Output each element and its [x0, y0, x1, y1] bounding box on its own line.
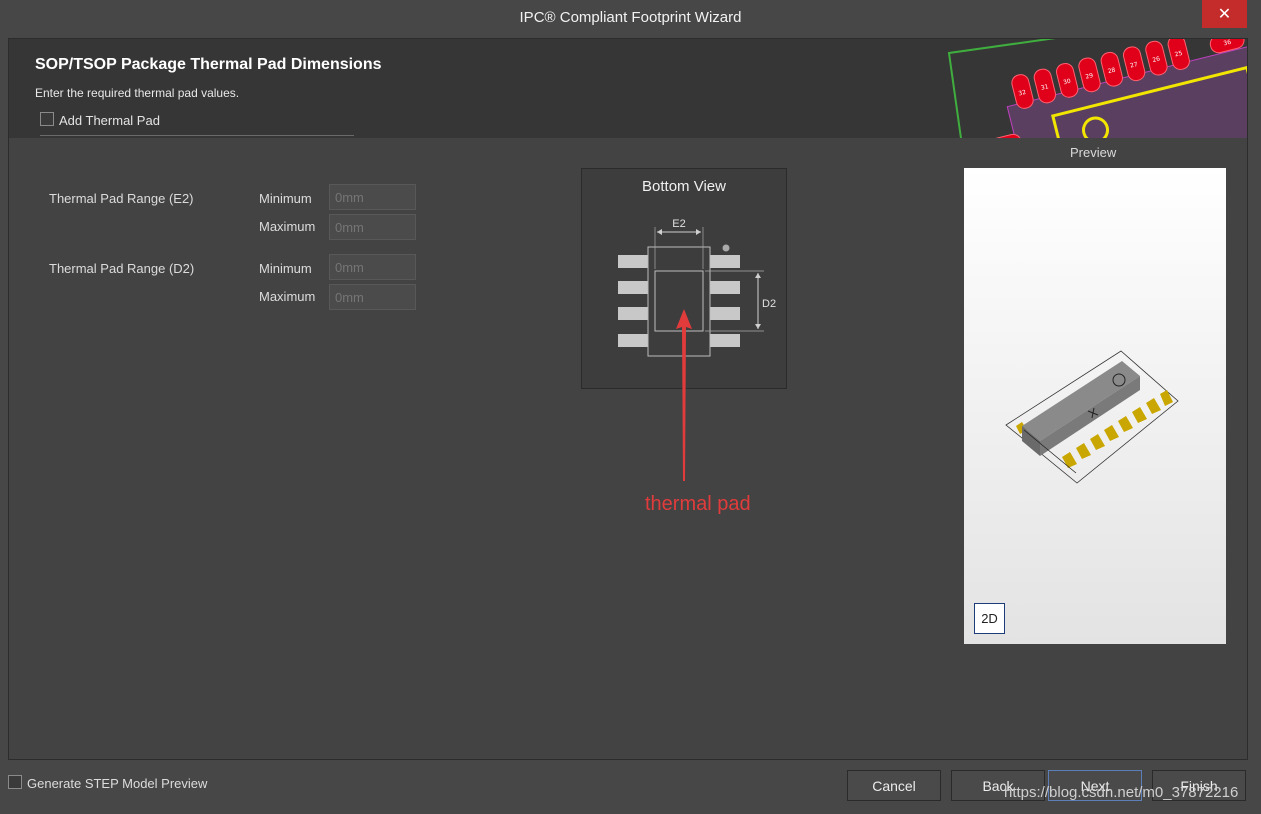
next-button[interactable]: Next [1048, 770, 1142, 801]
e2-range-label: Thermal Pad Range (E2) [49, 191, 194, 206]
add-thermal-pad-checkbox[interactable] [40, 112, 54, 126]
close-button[interactable]: ✕ [1202, 0, 1247, 28]
e2-max-input[interactable] [329, 214, 416, 240]
d2-max-label: Maximum [259, 289, 316, 304]
page-subtitle: Enter the required thermal pad values. [35, 86, 240, 100]
cancel-button[interactable]: Cancel [847, 770, 941, 801]
back-button[interactable]: Back [951, 770, 1045, 801]
title-bar: IPC® Compliant Footprint Wizard [0, 0, 1261, 37]
generate-step-checkbox[interactable] [8, 775, 22, 789]
e2-min-input[interactable] [329, 184, 416, 210]
preview-label: Preview [1070, 145, 1117, 160]
view-2d-button[interactable]: 2D [974, 603, 1005, 634]
close-icon: ✕ [1217, 6, 1232, 23]
d2-range-label: Thermal Pad Range (D2) [49, 261, 195, 276]
e2-dimension-label: E2 [672, 218, 685, 230]
window-title: IPC® Compliant Footprint Wizard [519, 9, 742, 26]
annotation-arrow [676, 309, 692, 481]
d2-min-input[interactable] [329, 254, 416, 280]
finish-button[interactable]: Finish [1152, 770, 1246, 801]
e2-min-label: Minimum [259, 191, 312, 206]
package-3d-model [1005, 350, 1179, 484]
d2-dimension-label: D2 [762, 298, 776, 310]
add-thermal-pad-row: Add Thermal Pad [40, 111, 354, 136]
preview-panel: 2D [964, 168, 1226, 644]
pcb-header-art: 32 31 30 29 28 27 26 25 1 2 36 [947, 39, 1247, 138]
annotation-label: thermal pad [645, 493, 751, 515]
generate-step-label: Generate STEP Model Preview [27, 776, 208, 791]
add-thermal-pad-label: Add Thermal Pad [59, 113, 160, 128]
d2-max-input[interactable] [329, 284, 416, 310]
page-title: SOP/TSOP Package Thermal Pad Dimensions [35, 56, 382, 73]
e2-max-label: Maximum [259, 219, 316, 234]
d2-min-label: Minimum [259, 261, 312, 276]
